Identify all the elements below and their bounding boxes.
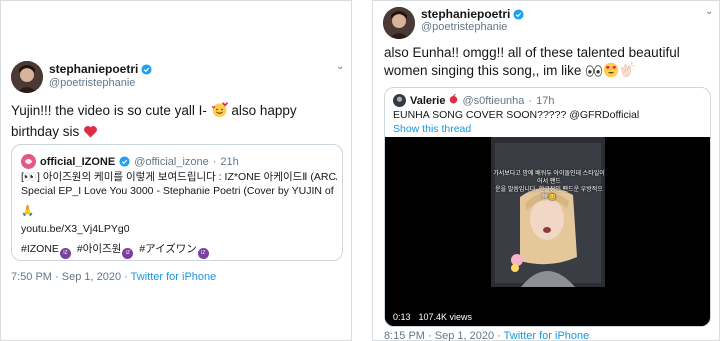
- quote-line2: Special EP_I Love You 3000 - Stephanie P…: [21, 185, 337, 197]
- quote-time: 21h: [220, 155, 239, 168]
- source-link[interactable]: Twitter for iPhone: [504, 330, 590, 341]
- video-time: 0:13: [393, 312, 411, 322]
- tweet-text-line2: birthday sis: [11, 124, 80, 139]
- tweet-meta: 7:50 PM · Sep 1, 2020 · Twitter for iPho…: [11, 271, 216, 283]
- tweet-left: stephaniepoetri @poetristephanie ⌄ Yujin…: [0, 0, 352, 341]
- quoted-tweet[interactable]: official_IZONE @official_izone · 21h [👀]…: [11, 144, 343, 261]
- tweet-menu-chevron-down-icon[interactable]: ⌄: [336, 61, 344, 72]
- eyes-icon: [585, 64, 603, 83]
- video-frame: [385, 137, 710, 326]
- tweet-meta: 8:15 PM · Sep 1, 2020 · Twitter for iPho…: [384, 330, 589, 341]
- clapping-hands-icon: [619, 61, 635, 83]
- tweet-text-line2: women singing this song,, im like: [384, 63, 586, 78]
- quote-body: [👀] 아이즈원의 케미를 이렇게 보여드립니다 : IZ*ONE 아케이드Ⅱ …: [21, 170, 337, 259]
- video-caption-line1: 가서보다고 밤에 배워두 아이돌인데 스타일이어서 팬드: [493, 171, 605, 185]
- quote-hashtags: #IZONE IZ #아이즈원 IZ #アイズワン IZ: [21, 242, 337, 259]
- avatar[interactable]: [11, 61, 43, 93]
- avatar[interactable]: [383, 7, 415, 39]
- handle[interactable]: @poetristephanie: [421, 21, 507, 33]
- tweet-text-line1: Yujin!!! the video is so cute yall I-: [11, 103, 207, 118]
- video-caption-line2: 운을 말씀입니다. 한글장인 팬드운 우방적으 행 😊: [495, 187, 603, 201]
- quoted-tweet[interactable]: Valerie @s0ftieunha · 17h EUNHA SONG COV…: [384, 87, 711, 327]
- separator-dot: ·: [212, 155, 217, 168]
- quote-handle: @official_izone: [134, 155, 209, 168]
- verified-badge-icon: [513, 8, 524, 20]
- timestamp[interactable]: 8:15 PM · Sep 1, 2020 ·: [384, 330, 504, 341]
- video-stats: 0:13 107.4K views: [393, 312, 472, 322]
- quote-handle: @s0ftieunha: [462, 94, 525, 107]
- separator-dot: ·: [528, 94, 533, 107]
- tweet-text: also Eunha!! omgg!! all of these talente…: [384, 44, 714, 83]
- video-views: 107.4K views: [418, 312, 473, 322]
- quote-display-name: Valerie: [410, 94, 446, 107]
- source-link[interactable]: Twitter for iPhone: [131, 271, 217, 283]
- izone-avatar-icon: [21, 154, 36, 169]
- tweet-text: Yujin!!! the video is so cute yall I- al…: [11, 101, 341, 144]
- verified-badge-icon: [119, 156, 130, 167]
- quote-link[interactable]: youtu.be/X3_Vj4LPYg0: [21, 222, 337, 236]
- izone-hashflag-icon: IZ: [59, 248, 71, 259]
- tweet-menu-chevron-down-icon[interactable]: ⌄: [705, 6, 713, 17]
- tweet-text-cont: also happy: [227, 103, 297, 118]
- izone-hashflag-icon: IZ: [122, 248, 134, 259]
- quote-body: EUNHA SONG COVER SOON????? @GFRDofficial: [393, 109, 640, 121]
- quote-time: 17h: [536, 94, 555, 107]
- timestamp[interactable]: 7:50 PM · Sep 1, 2020 ·: [11, 271, 131, 283]
- apple-icon: [449, 94, 458, 107]
- hashtag-izone-jp[interactable]: #アイズワン: [139, 243, 197, 255]
- red-heart-icon: [83, 124, 98, 144]
- video-caption: 가서보다고 밤에 배워두 아이돌인데 스타일이어서 팬드 운을 말씀입니다. 한…: [493, 170, 605, 202]
- video-player[interactable]: 가서보다고 밤에 배워두 아이돌인데 스타일이어서 팬드 운을 말씀입니다. 한…: [385, 137, 710, 326]
- verified-badge-icon: [141, 63, 152, 75]
- show-thread-link[interactable]: Show this thread: [393, 122, 471, 136]
- quote-line1: [👀] 아이즈원의 케미를 이렇게 보여드립니다 : IZ*ONE 아케이드Ⅱ …: [21, 171, 337, 183]
- handle[interactable]: @poetristephanie: [49, 77, 135, 89]
- display-name[interactable]: stephaniepoetri: [49, 62, 138, 76]
- valerie-avatar-icon: [393, 94, 406, 107]
- hashtag-izone[interactable]: #IZONE: [21, 243, 59, 255]
- tweet-right: stephaniepoetri @poetristephanie ⌄ also …: [372, 0, 720, 341]
- quote-display-name: official_IZONE: [40, 155, 116, 168]
- folded-hands-emoji: 🙏: [21, 205, 35, 217]
- smiling-face-with-hearts-icon: [211, 101, 228, 123]
- tweet-text-line1: also Eunha!! omgg!! all of these talente…: [384, 45, 680, 60]
- heart-eyes-icon: [603, 62, 619, 83]
- display-name[interactable]: stephaniepoetri: [421, 7, 510, 21]
- hashtag-izone-kr[interactable]: #아이즈원: [77, 243, 121, 255]
- izone-hashflag-icon: IZ: [197, 248, 209, 259]
